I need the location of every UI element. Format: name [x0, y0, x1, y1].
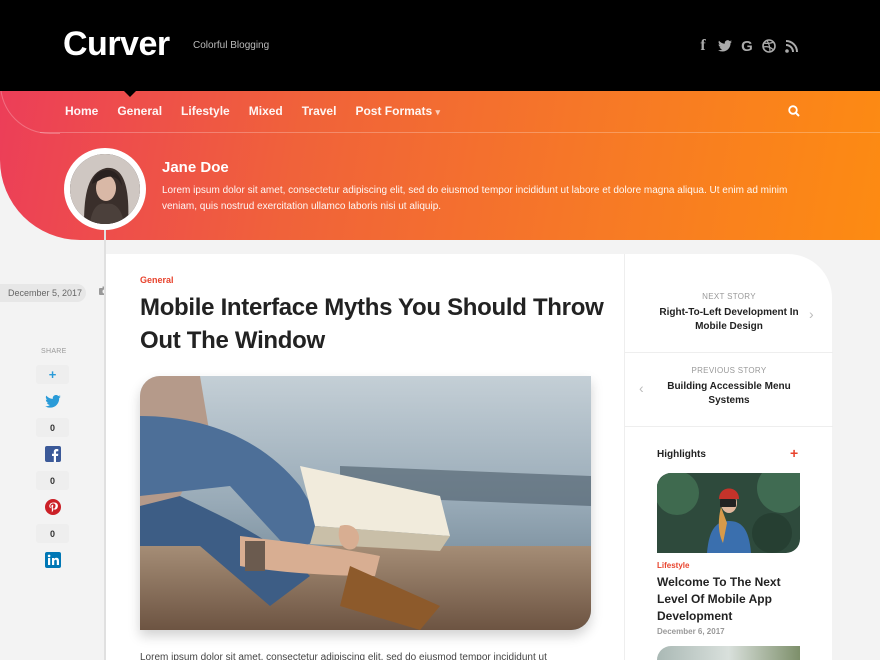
second-highlight-image[interactable] — [657, 646, 800, 660]
google-icon[interactable]: G — [740, 38, 754, 55]
avatar-photo — [70, 154, 140, 224]
nav-lifestyle[interactable]: Lifestyle — [181, 104, 230, 118]
previous-story[interactable]: PREVIOUS STORY Building Accessible Menu … — [625, 366, 833, 408]
featured-image — [140, 376, 591, 630]
plus-icon[interactable]: + — [790, 445, 798, 461]
next-story-label: NEXT STORY — [702, 292, 756, 301]
highlight-image[interactable] — [657, 473, 800, 553]
chevron-down-icon: ▾ — [435, 107, 441, 117]
top-bar: Curver Colorful Blogging f G — [0, 0, 880, 91]
pinterest-share-count: 0 — [36, 524, 69, 543]
facebook-share-count: 0 — [36, 471, 69, 490]
nav-active-pointer — [124, 91, 136, 97]
highlight-date: December 6, 2017 — [657, 627, 725, 636]
author-avatar[interactable] — [64, 148, 146, 230]
linkedin-share-icon[interactable] — [36, 551, 69, 569]
previous-story-label: PREVIOUS STORY — [691, 366, 767, 375]
twitter-share-count: 0 — [36, 418, 69, 437]
chevron-right-icon[interactable]: › — [809, 306, 814, 322]
nav-post-formats[interactable]: Post Formats ▾ — [355, 104, 440, 118]
post-excerpt: Lorem ipsum dolor sit amet, consectetur … — [140, 652, 547, 660]
timeline-line — [104, 226, 106, 660]
highlight-title[interactable]: Welcome To The Next Level Of Mobile App … — [657, 574, 787, 625]
author-name[interactable]: Jane Doe — [162, 159, 229, 176]
site-tagline: Colorful Blogging — [193, 40, 270, 51]
twitter-icon[interactable] — [718, 38, 732, 54]
post-category[interactable]: General — [140, 275, 174, 285]
nav-travel[interactable]: Travel — [302, 104, 337, 118]
chevron-left-icon[interactable]: ‹ — [639, 380, 644, 396]
article: General Mobile Interface Myths You Shoul… — [106, 254, 624, 660]
nav-general[interactable]: General — [117, 104, 162, 118]
nav-home[interactable]: Home — [65, 104, 98, 118]
rss-icon[interactable] — [784, 38, 798, 54]
highlights-title: Highlights — [657, 449, 706, 460]
nav-mixed[interactable]: Mixed — [249, 104, 283, 118]
share-label: SHARE — [41, 348, 67, 355]
site-logo[interactable]: Curver — [63, 25, 170, 64]
share-column: + 0 0 0 — [36, 365, 69, 569]
share-more-button[interactable]: + — [36, 365, 69, 384]
sidebar: NEXT STORY Right-To-Left Development In … — [624, 254, 833, 660]
twitter-share-icon[interactable] — [36, 392, 69, 410]
author-bio: Lorem ipsum dolor sit amet, consectetur … — [162, 185, 788, 212]
nav-divider — [40, 132, 880, 133]
social-links: f G — [696, 37, 798, 55]
sidebar-divider — [625, 352, 833, 353]
nav-post-formats-label: Post Formats — [355, 104, 433, 118]
next-story-title[interactable]: Right-To-Left Development In Mobile Desi… — [625, 306, 833, 334]
sidebar-divider — [625, 426, 833, 427]
post-title: Mobile Interface Myths You Should Throw … — [140, 294, 604, 354]
facebook-share-icon[interactable] — [36, 445, 69, 463]
facebook-icon[interactable]: f — [696, 37, 710, 54]
post-date: December 5, 2017 — [0, 284, 86, 302]
next-story[interactable]: NEXT STORY Right-To-Left Development In … — [625, 292, 833, 334]
main-nav: Home General Lifestyle Mixed Travel Post… — [65, 104, 440, 118]
highlight-category[interactable]: Lifestyle — [657, 561, 689, 570]
search-icon[interactable] — [788, 104, 800, 122]
previous-story-title[interactable]: Building Accessible Menu Systems — [625, 380, 833, 408]
dribbble-icon[interactable] — [762, 38, 776, 54]
pinterest-share-icon[interactable] — [36, 498, 69, 516]
